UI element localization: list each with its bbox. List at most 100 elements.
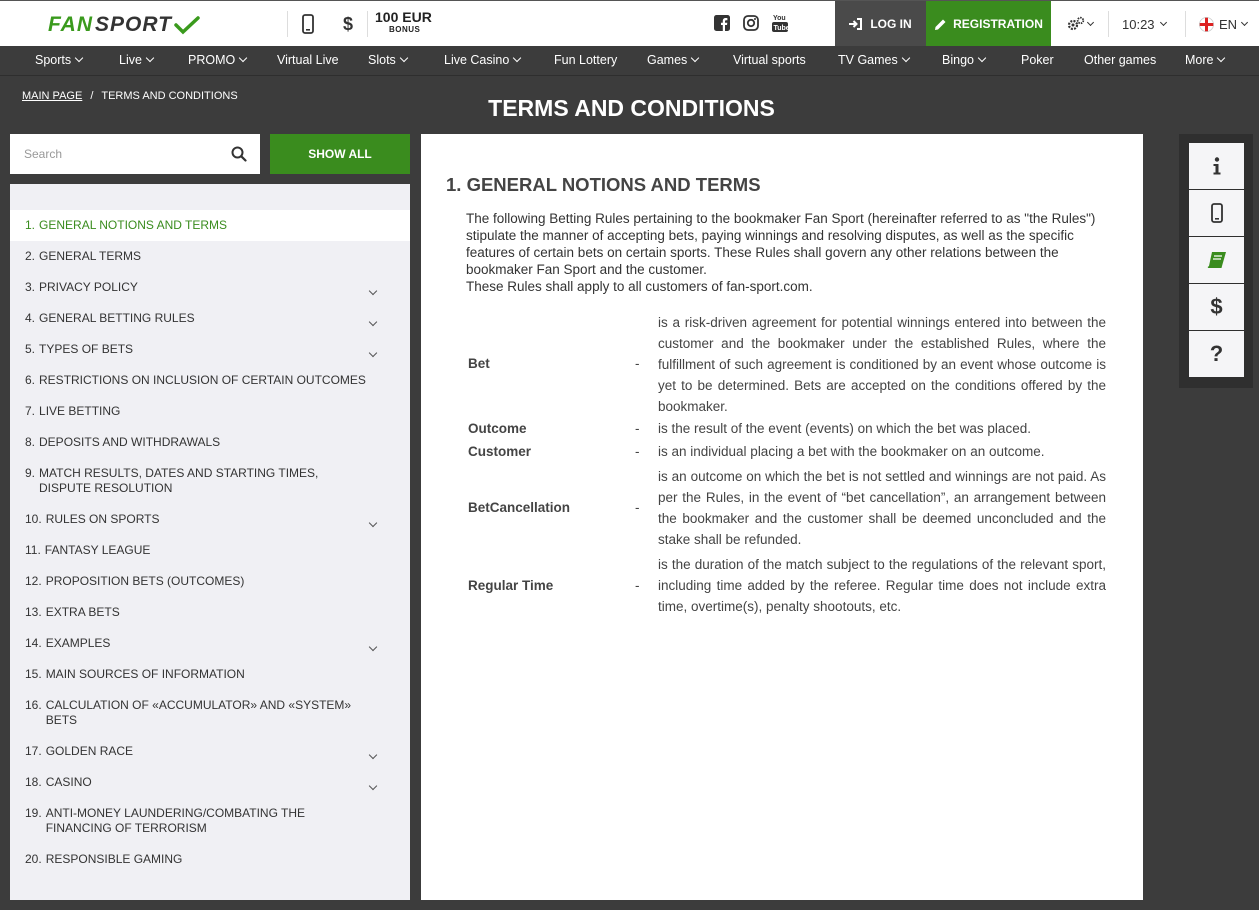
chevron-down-icon <box>691 53 700 63</box>
nav-item-poker[interactable]: Poker <box>1021 53 1054 67</box>
chevron-down-icon <box>977 53 987 63</box>
settings-dropdown[interactable] <box>1065 12 1095 36</box>
chevron-down-icon <box>1217 53 1226 63</box>
search-input[interactable] <box>10 134 220 174</box>
bonus-amount: 100 EUR <box>375 9 432 25</box>
book-icon <box>1207 252 1226 268</box>
sidebar-item-rules-on-sports[interactable]: 10. RULES ON SPORTS <box>10 512 410 528</box>
definition-term: Outcome <box>468 421 527 436</box>
chevron-down-icon <box>1159 18 1167 27</box>
sidebar-item-general-betting-rules[interactable]: 4. GENERAL BETTING RULES <box>10 311 410 329</box>
sidebar-item-proposition-bets[interactable]: 12. PROPOSITION BETS (OUTCOMES) <box>10 574 410 589</box>
sidebar-item-deposits[interactable]: 8. DEPOSITS AND WITHDRAWALS <box>10 435 410 450</box>
sidebar-item-general-notions[interactable]: 1. GENERAL NOTIONS AND TERMS <box>10 210 410 241</box>
top-divider <box>1108 11 1109 37</box>
sidebar-item-types-of-bets[interactable]: 5. TYPES OF BETS <box>10 342 410 360</box>
language-selector[interactable]: EN <box>1199 17 1249 32</box>
sidebar-item-main-sources[interactable]: 15. MAIN SOURCES OF INFORMATION <box>10 667 410 682</box>
login-button[interactable]: LOG IN <box>835 1 926 47</box>
chevron-down-icon <box>368 778 378 793</box>
breadcrumb-home-link[interactable]: MAIN PAGE <box>22 90 82 102</box>
logo-sport-text: SPORT <box>95 13 172 36</box>
top-divider <box>287 11 288 37</box>
nav-item-virtual-live[interactable]: Virtual Live <box>277 53 339 67</box>
definition-dash: - <box>635 444 640 459</box>
registration-label: REGISTRATION <box>953 17 1043 31</box>
gears-icon <box>1067 16 1085 31</box>
definition-term: Customer <box>468 444 532 459</box>
search-box <box>10 134 260 174</box>
sidebar-item-restrictions[interactable]: 6. RESTRICTIONS ON INCLUSION OF CERTAIN O… <box>10 373 410 388</box>
definition-description: is the duration of the match subject to … <box>658 557 1106 614</box>
nav-item-slots[interactable]: Slots <box>368 53 409 67</box>
question-icon: ? <box>1209 341 1224 366</box>
registration-button[interactable]: REGISTRATION <box>926 1 1051 47</box>
sidebar-item-casino[interactable]: 18. CASINO <box>10 775 410 793</box>
sidebar-item-anti-money-laundering[interactable]: 19. ANTI-MONEY LAUNDERING/COMBATING THE F… <box>10 806 410 836</box>
definition-description: is the result of the event (events) on w… <box>658 421 1031 436</box>
sidebar-item-live-betting[interactable]: 7. LIVE BETTING <box>10 404 410 419</box>
chevron-down-icon <box>1086 18 1095 26</box>
youtube-icon[interactable]: You Tube <box>772 13 790 38</box>
definition-dash: - <box>635 421 640 436</box>
sidebar-item-match-results[interactable]: 9. MATCH RESULTS, DATES AND STARTING TIME… <box>10 466 410 496</box>
breadcrumb-separator: / <box>90 90 94 102</box>
definition-term: Regular Time <box>468 578 554 593</box>
facebook-icon[interactable] <box>714 15 730 36</box>
sidebar-item-fantasy-league[interactable]: 11. FANTASY LEAGUE <box>10 543 410 558</box>
rules-sidebar: 1. GENERAL NOTIONS AND TERMS 2. GENERAL TE… <box>10 184 410 900</box>
chevron-down-icon <box>399 53 409 63</box>
nav-item-more[interactable]: More <box>1185 53 1226 67</box>
sidebar-item-extra-bets[interactable]: 13. EXTRA BETS <box>10 605 410 620</box>
nav-item-other-games[interactable]: Other games <box>1084 53 1156 67</box>
help-button[interactable]: ? <box>1189 331 1244 377</box>
nav-item-sports[interactable]: Sports <box>35 53 84 67</box>
top-bar: FAN SPORT $ 100 EUR BONUS You Tube LOG IN… <box>0 0 1259 47</box>
chevron-down-icon <box>74 53 84 63</box>
intro-paragraph: The following Betting Rules pertaining t… <box>466 211 1096 277</box>
show-all-button[interactable]: SHOW ALL <box>270 134 410 174</box>
nav-item-live-casino[interactable]: Live Casino <box>444 53 522 67</box>
login-label: LOG IN <box>870 17 912 31</box>
info-button[interactable] <box>1189 143 1244 189</box>
nav-item-virtual-sports[interactable]: Virtual sports <box>733 53 806 67</box>
intro-text: The following Betting Rules pertaining t… <box>466 210 1106 295</box>
mobile-button[interactable] <box>1189 190 1244 236</box>
chevron-down-icon <box>238 53 248 63</box>
chevron-down-icon <box>368 314 378 329</box>
dollar-icon[interactable]: $ <box>340 12 356 36</box>
sidebar-item-general-terms[interactable]: 2. GENERAL TERMS <box>10 249 410 264</box>
nav-item-promo[interactable]: PROMO <box>188 53 248 67</box>
svg-text:You: You <box>773 15 786 22</box>
nav-item-bingo[interactable]: Bingo <box>942 53 987 67</box>
sidebar-item-examples[interactable]: 14. EXAMPLES <box>10 636 410 654</box>
info-icon <box>1213 157 1220 175</box>
pencil-icon <box>935 19 946 30</box>
nav-item-tv-games[interactable]: TV Games <box>838 53 910 67</box>
definition-term: Bet <box>468 356 490 371</box>
logo-fan-text: FAN <box>48 13 93 36</box>
instagram-icon[interactable] <box>743 15 759 36</box>
uk-flag-icon <box>1199 17 1214 32</box>
sidebar-item-calculation[interactable]: 16. CALCULATION OF «ACCUMULATOR» AND «SYS… <box>10 698 410 728</box>
dollar-button[interactable]: $ <box>1189 284 1244 330</box>
chevron-down-icon <box>368 345 378 360</box>
rules-book-button[interactable] <box>1189 237 1244 283</box>
sidebar-item-golden-race[interactable]: 17. GOLDEN RACE <box>10 744 410 760</box>
sidebar-item-responsible-gaming[interactable]: 20. RESPONSIBLE GAMING <box>10 852 410 867</box>
nav-item-live[interactable]: Live <box>119 53 155 67</box>
nav-item-games[interactable]: Games <box>647 53 700 67</box>
bonus-badge[interactable]: 100 EUR BONUS <box>375 10 432 34</box>
search-icon[interactable] <box>231 146 247 167</box>
top-divider <box>367 11 368 37</box>
fansport-logo[interactable]: FAN SPORT <box>48 13 200 37</box>
definition-description: is an individual placing a bet with the … <box>658 444 1045 459</box>
dollar-icon: $ <box>1210 294 1223 319</box>
clock-dropdown[interactable]: 10:23 <box>1122 17 1167 32</box>
bonus-label: BONUS <box>389 25 421 34</box>
nav-item-fun-lottery[interactable]: Fun Lottery <box>554 53 617 67</box>
breadcrumb: MAIN PAGE / TERMS AND CONDITIONS <box>22 90 238 102</box>
chevron-down-icon <box>368 639 378 654</box>
sidebar-item-privacy-policy[interactable]: 3. PRIVACY POLICY <box>10 280 410 296</box>
mobile-app-icon[interactable] <box>300 12 316 36</box>
